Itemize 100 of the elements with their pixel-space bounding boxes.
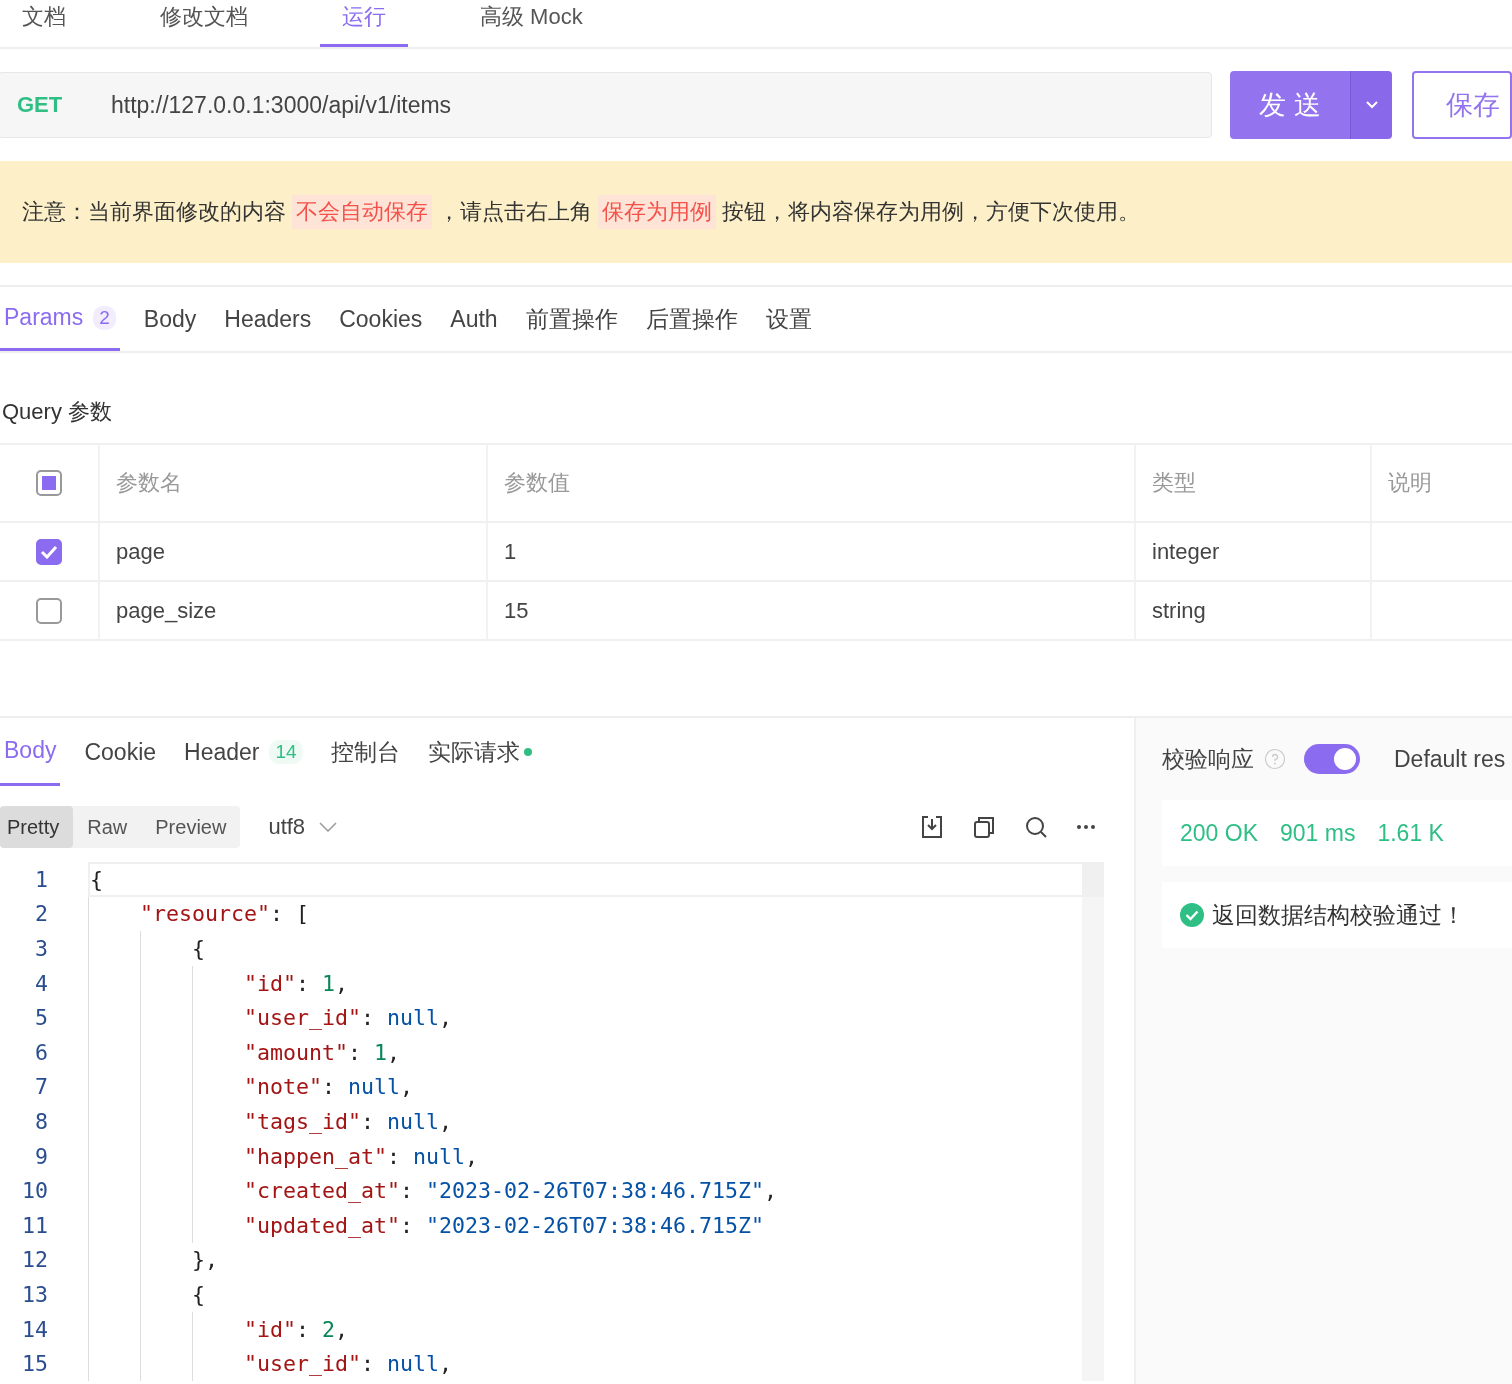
line-number: 8: [34, 1108, 49, 1134]
code-token: "amount": [244, 1039, 348, 1065]
code-token: ,: [335, 1316, 349, 1342]
code-token: :: [361, 1005, 376, 1031]
status-text: 200 OK: [1180, 819, 1258, 847]
code-token: "note": [244, 1074, 322, 1100]
send-button[interactable]: 发 送: [1230, 71, 1350, 139]
code-token: ,: [465, 1143, 479, 1169]
code-token: "updated_at": [244, 1212, 400, 1238]
line-number: 15: [21, 1351, 49, 1377]
response-tab[interactable]: 控制台: [326, 718, 404, 786]
validate-label: 校验响应: [1162, 744, 1254, 774]
chevron-down-icon: [319, 822, 338, 832]
encoding-select[interactable]: utf8: [268, 814, 338, 840]
validation-message: 返回数据结构校验通过！: [1212, 900, 1465, 930]
save-button[interactable]: 保存: [1412, 71, 1512, 139]
download-icon[interactable]: [920, 815, 944, 839]
request-tab[interactable]: 后置操作: [641, 287, 742, 351]
row-checkbox[interactable]: [36, 538, 62, 565]
notice-text: ，请点击右上角: [438, 198, 592, 226]
code-token: "id": [244, 970, 296, 996]
highlight-text: 保存为用例: [598, 195, 716, 229]
response-tab[interactable]: Body: [0, 718, 61, 786]
line-number: 4: [34, 970, 49, 996]
table-cell: page_size: [100, 582, 488, 639]
code-token: : [: [270, 901, 310, 927]
code-token: },: [192, 1247, 218, 1273]
check-icon: [40, 544, 58, 559]
code-token: 2: [322, 1316, 336, 1342]
format-tab[interactable]: Preview: [141, 806, 241, 848]
response-tab[interactable]: Header 14: [180, 718, 307, 786]
request-tab[interactable]: Cookies: [335, 287, 427, 351]
code-token: :: [400, 1212, 415, 1238]
count-badge: 14: [269, 740, 303, 764]
line-number: 6: [34, 1039, 49, 1065]
nav-tab[interactable]: 高级 Mock: [458, 0, 605, 47]
schema-select[interactable]: Default res: [1394, 745, 1506, 773]
nav-tab[interactable]: 修改文档: [138, 0, 270, 47]
url-text: http://127.0.0.1:3000/api/v1/items: [111, 91, 452, 119]
line-number: 13: [21, 1281, 49, 1307]
line-number: 12: [21, 1247, 49, 1273]
response-tab[interactable]: 实际请求: [423, 718, 536, 786]
code-token: :: [361, 1351, 376, 1377]
request-tab[interactable]: 设置: [761, 287, 816, 351]
nav-tab[interactable]: 运行: [320, 0, 408, 47]
code-token: ,: [439, 1351, 453, 1377]
code-token: null: [387, 1108, 440, 1134]
response-tab[interactable]: Cookie: [80, 718, 161, 786]
request-tab[interactable]: Params 2: [0, 287, 120, 351]
request-tab[interactable]: Headers: [220, 287, 316, 351]
code-token: "2023-02-26T07:38:46.715Z": [426, 1178, 765, 1204]
code-token: null: [387, 1005, 440, 1031]
status-text: 1.61 K: [1377, 819, 1444, 847]
code-token: "2023-02-26T07:38:46.715Z": [426, 1212, 765, 1238]
code-token: ,: [387, 1039, 401, 1065]
table-cell: 15: [488, 582, 1136, 639]
code-token: null: [348, 1074, 401, 1100]
request-tab[interactable]: 前置操作: [521, 287, 622, 351]
code-token: null: [413, 1143, 466, 1169]
line-number: 10: [21, 1178, 49, 1204]
code-token: null: [387, 1351, 440, 1377]
code-token: ,: [335, 970, 349, 996]
nav-tab[interactable]: 文档: [0, 0, 88, 47]
format-tab[interactable]: Raw: [73, 806, 142, 848]
code-token: ,: [764, 1178, 778, 1204]
count-badge: 2: [93, 305, 116, 330]
code-token: {: [192, 936, 205, 961]
column-header: 参数名: [100, 445, 488, 521]
code-token: "tags_id": [244, 1108, 361, 1134]
row-checkbox[interactable]: [36, 597, 62, 624]
notice-text: 注意：当前界面修改的内容: [22, 198, 286, 226]
code-token: "happen_at": [244, 1143, 387, 1169]
line-number: 14: [21, 1316, 49, 1342]
code-token: 1: [322, 970, 336, 996]
code-token: ,: [439, 1005, 453, 1031]
code-token: {: [90, 866, 103, 892]
highlight-text: 不会自动保存: [292, 195, 432, 229]
line-number: 7: [34, 1074, 49, 1100]
column-header: 参数值: [488, 445, 1136, 521]
code-token: ,: [400, 1074, 414, 1100]
help-icon: [1264, 748, 1286, 770]
more-icon[interactable]: [1076, 824, 1096, 830]
url-field[interactable]: GET http://127.0.0.1:3000/api/v1/items: [0, 72, 1212, 138]
code-token: "user_id": [244, 1351, 361, 1377]
toggle-switch[interactable]: [1304, 744, 1360, 774]
search-icon[interactable]: [1024, 815, 1048, 839]
code-token: {: [192, 1281, 205, 1307]
copy-icon[interactable]: [972, 815, 996, 839]
code-token: "created_at": [244, 1178, 400, 1204]
request-tab[interactable]: Auth: [446, 287, 502, 351]
column-header: 说明: [1387, 469, 1433, 497]
code-token: :: [322, 1074, 337, 1100]
line-number: 2: [34, 901, 49, 927]
line-number: 5: [34, 1005, 49, 1031]
select-all-checkbox[interactable]: [36, 470, 62, 496]
table-cell: string: [1136, 582, 1372, 639]
format-tab[interactable]: Pretty: [0, 806, 74, 848]
line-number: 1: [34, 866, 49, 892]
code-token: "id": [244, 1316, 296, 1342]
request-tab[interactable]: Body: [139, 287, 201, 351]
